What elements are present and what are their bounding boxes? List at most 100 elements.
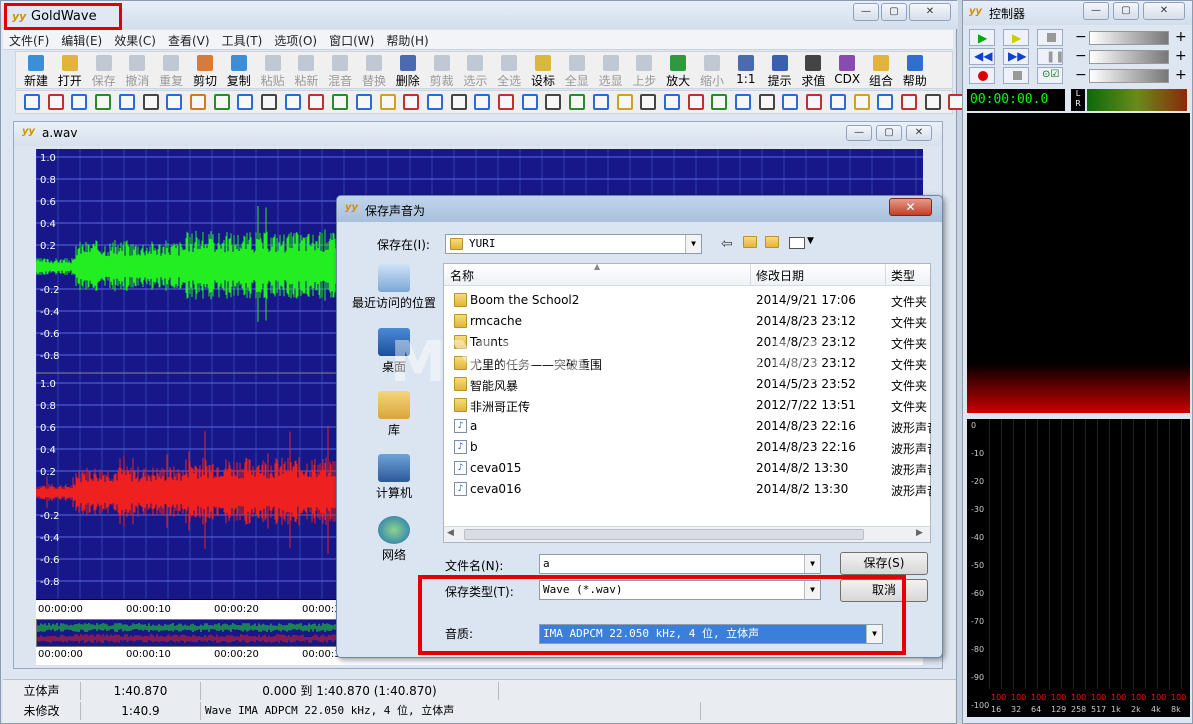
effect-tool-icon[interactable] — [735, 94, 751, 110]
effect-tool-icon[interactable] — [522, 94, 538, 110]
effect-tool-icon[interactable] — [901, 94, 917, 110]
effect-tool-icon[interactable] — [925, 94, 941, 110]
toolbar-button-7[interactable]: 粘贴 — [257, 54, 289, 88]
doc-maximize-button[interactable]: ▢ — [876, 125, 902, 141]
dialog-close-button[interactable]: ✕ — [889, 198, 932, 216]
effect-tool-icon[interactable] — [759, 94, 775, 110]
toolbar-button-18[interactable]: 上步 — [628, 54, 660, 88]
record-button[interactable] — [969, 67, 995, 84]
effect-tool-icon[interactable] — [24, 94, 40, 110]
menu-item[interactable]: 选项(O) — [268, 30, 323, 51]
effect-tool-icon[interactable] — [545, 94, 561, 110]
effect-tool-icon[interactable] — [427, 94, 443, 110]
up-folder-icon[interactable] — [743, 236, 757, 249]
speed-plus-icon[interactable]: + — [1175, 67, 1187, 83]
file-row[interactable]: Boom the School2 2014/9/21 17:06 文件夹 — [444, 290, 930, 311]
effect-tool-icon[interactable] — [214, 94, 230, 110]
effect-tool-icon[interactable] — [71, 94, 87, 110]
effect-tool-icon[interactable] — [332, 94, 348, 110]
balance-plus-icon[interactable]: + — [1175, 48, 1187, 64]
menu-item[interactable]: 工具(T) — [216, 30, 269, 51]
place-recent[interactable]: 最近访问的位置 — [347, 264, 441, 311]
toolbar-button-13[interactable]: 选示 — [459, 54, 491, 88]
scroll-right-icon[interactable]: ▶ — [916, 528, 923, 538]
toolbar-button-22[interactable]: 提示 — [764, 54, 796, 88]
effect-tool-icon[interactable] — [498, 94, 514, 110]
toolbar-button-25[interactable]: 组合 — [865, 54, 897, 88]
scroll-left-icon[interactable]: ◀ — [447, 528, 454, 538]
place-library[interactable]: 库 — [347, 391, 441, 438]
record-options-button[interactable]: ⊙☑ — [1037, 67, 1063, 84]
effect-tool-icon[interactable] — [688, 94, 704, 110]
menu-item[interactable]: 查看(V) — [162, 30, 216, 51]
effect-tool-icon[interactable] — [166, 94, 182, 110]
file-row[interactable]: ♪ceva015 2014/8/2 13:30 波形声音 — [444, 458, 930, 479]
control-close-button[interactable]: ✕ — [1143, 2, 1185, 20]
volume-plus-icon[interactable]: + — [1175, 29, 1187, 45]
toolbar-button-9[interactable]: 混音 — [324, 54, 356, 88]
volume-slider[interactable] — [1089, 31, 1169, 45]
menu-item[interactable]: 编辑(E) — [55, 30, 108, 51]
toolbar-button-19[interactable]: 放大 — [662, 54, 694, 88]
effect-tool-icon[interactable] — [308, 94, 324, 110]
balance-slider[interactable] — [1089, 50, 1169, 64]
effect-tool-icon[interactable] — [474, 94, 490, 110]
record-stop-button[interactable] — [1003, 67, 1029, 84]
menu-item[interactable]: 窗口(W) — [323, 30, 380, 51]
volume-minus-icon[interactable]: − — [1075, 29, 1087, 45]
speed-minus-icon[interactable]: − — [1075, 67, 1087, 83]
toolbar-button-1[interactable]: 打开 — [54, 54, 86, 88]
file-row[interactable]: ♪b 2014/8/23 22:16 波形声音 — [444, 437, 930, 458]
column-date[interactable]: 修改日期 — [756, 267, 804, 284]
toolbar-button-4[interactable]: 重复 — [155, 54, 187, 88]
column-name[interactable]: 名称 — [450, 267, 474, 284]
place-computer[interactable]: 计算机 — [347, 454, 441, 501]
menu-item[interactable]: 帮助(H) — [380, 30, 434, 51]
effect-tool-icon[interactable] — [782, 94, 798, 110]
toolbar-button-14[interactable]: 全选 — [493, 54, 525, 88]
save-in-dropdown[interactable]: YURI ▼ — [445, 234, 702, 254]
effect-tool-icon[interactable] — [664, 94, 680, 110]
close-button[interactable]: ✕ — [909, 3, 951, 21]
new-folder-icon[interactable] — [765, 236, 779, 249]
effect-tool-icon[interactable] — [261, 94, 277, 110]
toolbar-button-16[interactable]: 全显 — [561, 54, 593, 88]
rewind-button[interactable]: ◀◀ — [969, 48, 995, 65]
effect-tool-icon[interactable] — [617, 94, 633, 110]
toolbar-button-17[interactable]: 选显 — [595, 54, 627, 88]
toolbar-button-20[interactable]: 缩小 — [696, 54, 728, 88]
view-chevron-icon[interactable]: ▼ — [807, 236, 814, 246]
toolbar-button-21[interactable]: 1:1 — [730, 54, 762, 88]
effect-tool-icon[interactable] — [877, 94, 893, 110]
toolbar-button-5[interactable]: 剪切 — [189, 54, 221, 88]
doc-minimize-button[interactable]: — — [846, 125, 872, 141]
view-menu-icon[interactable] — [789, 237, 805, 249]
filename-input[interactable]: a ▼ — [539, 554, 821, 574]
file-row[interactable]: rmcache 2014/8/23 23:12 文件夹 — [444, 311, 930, 332]
effect-tool-icon[interactable] — [143, 94, 159, 110]
file-list[interactable]: 名称 修改日期 类型 ▲ Boom the School2 2014/9/21 1… — [443, 263, 931, 543]
place-network[interactable]: 网络 — [347, 516, 441, 563]
effect-tool-icon[interactable] — [380, 94, 396, 110]
play-selection-button[interactable]: ▶ — [1003, 29, 1029, 46]
toolbar-button-26[interactable]: 帮助 — [899, 54, 931, 88]
menu-item[interactable]: 效果(C) — [108, 30, 162, 51]
speed-slider[interactable] — [1089, 69, 1169, 83]
effect-tool-icon[interactable] — [593, 94, 609, 110]
file-row[interactable]: ♪ceva0162014/8/2 13:30波形声音 — [444, 479, 930, 500]
toolbar-button-2[interactable]: 保存 — [88, 54, 120, 88]
toolbar-button-11[interactable]: 删除 — [392, 54, 424, 88]
scroll-thumb[interactable] — [464, 529, 864, 540]
toolbar-button-15[interactable]: 设标 — [527, 54, 559, 88]
fast-forward-button[interactable]: ▶▶ — [1003, 48, 1029, 65]
effect-tool-icon[interactable] — [830, 94, 846, 110]
toolbar-button-6[interactable]: 复制 — [223, 54, 255, 88]
effect-tool-icon[interactable] — [48, 94, 64, 110]
stop-button[interactable] — [1037, 29, 1063, 46]
menu-item[interactable]: 文件(F) — [3, 30, 55, 51]
effect-tool-icon[interactable] — [854, 94, 870, 110]
toolbar-button-10[interactable]: 替换 — [358, 54, 390, 88]
effect-tool-icon[interactable] — [190, 94, 206, 110]
effect-tool-icon[interactable] — [711, 94, 727, 110]
control-maximize-button[interactable]: ▢ — [1113, 2, 1139, 20]
